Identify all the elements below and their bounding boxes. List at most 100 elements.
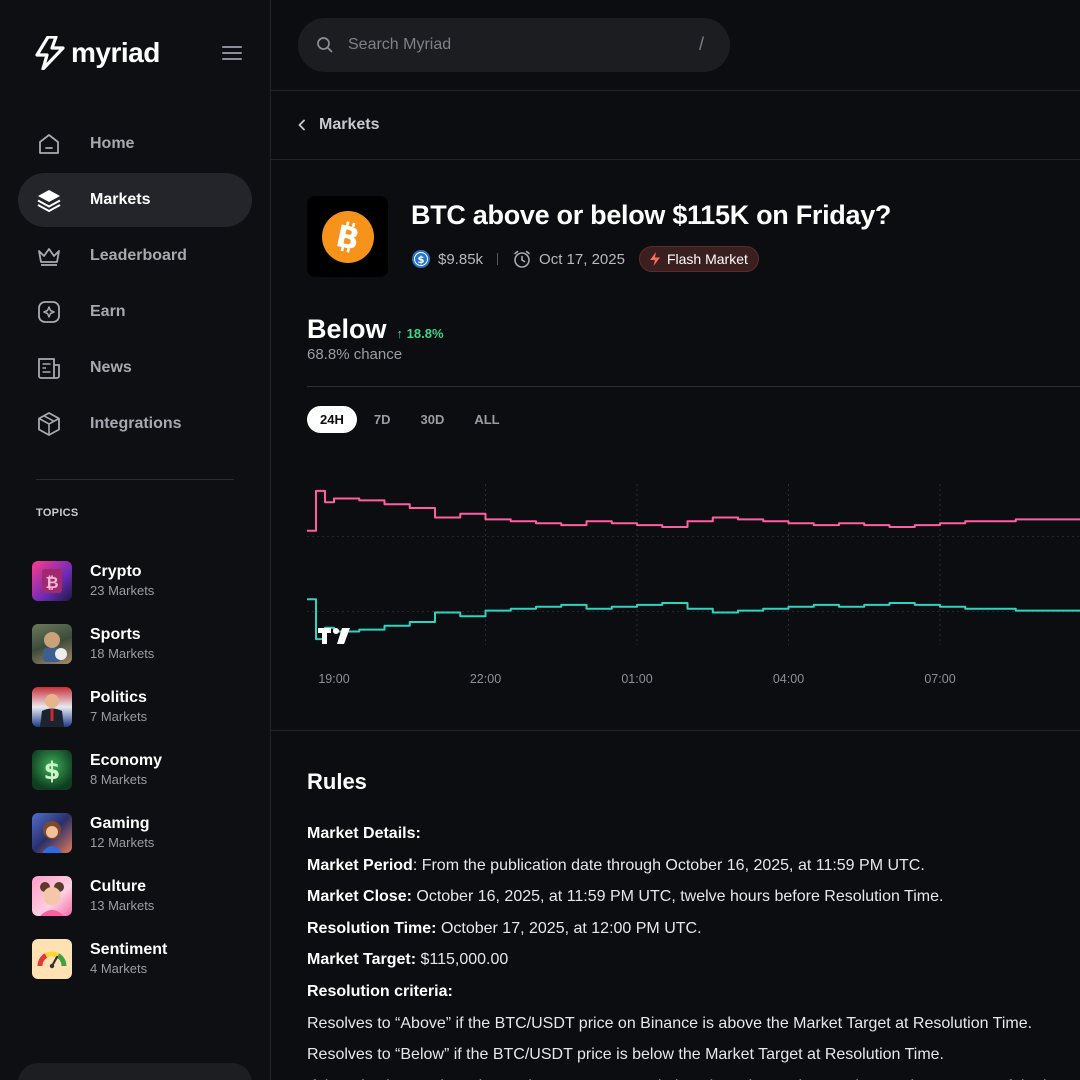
x-tick-label: 01:00 <box>621 672 652 686</box>
volume-value: $9.85k <box>438 250 484 268</box>
myriad-logo-icon <box>35 36 65 70</box>
topic-crypto[interactable]: ₿ Crypto 23 Markets <box>32 546 252 616</box>
breadcrumb-back-link[interactable]: Markets <box>271 91 1080 160</box>
nav-item-earn[interactable]: Earn <box>18 285 252 339</box>
outcome-chance: 68.8% chance <box>307 346 403 363</box>
range-tab-7d[interactable]: 7D <box>361 406 404 433</box>
section-divider <box>307 386 1080 387</box>
topic-name: Politics <box>90 689 147 706</box>
topic-name: Gaming <box>90 815 150 832</box>
rules-above: Resolves to “Above” if the BTC/USDT pric… <box>307 1014 1033 1032</box>
alarm-clock-icon <box>514 250 530 268</box>
topic-politics[interactable]: Politics 7 Markets <box>32 672 252 742</box>
search-shortcut-hint: / <box>698 34 704 54</box>
cube-icon <box>36 411 62 437</box>
price-history-chart[interactable]: 19:0022:0001:0004:0007:001 <box>307 470 1080 690</box>
outcome-summary: Below ↑ 18.8% <box>307 314 444 345</box>
tradingview-logo <box>318 628 350 644</box>
x-tick-label: 19:00 <box>318 672 349 686</box>
top-header: / <box>271 0 1080 91</box>
series-line-below <box>307 598 1080 641</box>
rules-close-value: October 16, 2025, at 11:59 PM UTC, twelv… <box>411 888 944 906</box>
market-title: BTC above or below $115K on Friday? <box>411 200 892 230</box>
flash-market-badge[interactable]: Flash Market <box>638 246 759 272</box>
series-line-above <box>307 489 1080 532</box>
menu-toggle-button[interactable] <box>222 46 242 60</box>
rules-resolution-label: Resolution Time: <box>307 919 437 937</box>
usdc-coin-icon: $ <box>412 250 430 268</box>
rules-line: Market Target: $115,000.00 <box>307 944 1080 976</box>
rules-criteria-label: Resolution criteria: <box>307 982 453 1000</box>
nav-item-leaderboard[interactable]: Leaderboard <box>18 229 252 283</box>
nav-item-home[interactable]: Home <box>18 117 252 171</box>
rules-line: Market Period: From the publication date… <box>307 850 1080 882</box>
topic-sentiment[interactable]: Sentiment 4 Markets <box>32 924 252 994</box>
sidebar-divider <box>36 479 234 480</box>
topic-name: Sentiment <box>90 941 168 958</box>
topic-name: Sports <box>90 626 141 643</box>
chevron-left-icon <box>298 119 305 131</box>
nav-item-news[interactable]: News <box>18 341 252 395</box>
rules-divider <box>271 730 1080 731</box>
sparkle-icon <box>36 299 62 325</box>
rules-market-details: Market Details: <box>307 825 421 842</box>
newspaper-icon <box>36 355 62 381</box>
rules-target-label: Market Target: <box>307 951 417 969</box>
topic-count: 13 Markets <box>90 898 155 913</box>
topic-gaming[interactable]: Gaming 12 Markets <box>32 798 252 868</box>
market-meta: $ $9.85k Oct 17, 2025 Flash Market <box>411 245 759 273</box>
nav-item-integrations[interactable]: Integrations <box>18 397 252 451</box>
topic-count: 4 Markets <box>90 961 148 976</box>
rules-below: Resolves to “Below” if the BTC/USDT pric… <box>307 1046 944 1064</box>
topic-count: 23 Markets <box>90 583 155 598</box>
range-tab-all[interactable]: ALL <box>461 406 512 433</box>
end-date-value: Oct 17, 2025 <box>539 250 625 268</box>
search-bar[interactable]: / <box>298 18 730 72</box>
nav-label: Markets <box>90 191 151 208</box>
topic-name: Culture <box>90 878 146 895</box>
topic-culture[interactable]: Culture 13 Markets <box>32 861 252 931</box>
topic-count: 12 Markets <box>90 835 155 850</box>
brand-logo[interactable]: myriad <box>35 36 160 70</box>
rules-line: Resolution Time: October 17, 2025, at 12… <box>307 913 1080 945</box>
outcome-change-value: 18.8% <box>406 326 444 341</box>
nav-label: Leaderboard <box>90 247 187 264</box>
rules-tie: If the price is exactly at the Market Ta… <box>307 1071 1080 1080</box>
topic-thumbnail <box>32 813 72 853</box>
topics-heading: TOPICS <box>36 507 79 519</box>
lightning-icon <box>649 252 660 266</box>
rules-heading: Rules <box>307 769 367 794</box>
outcome-name: Below <box>307 314 387 344</box>
sidebar: myriad Home Markets Leaderboard Earn New… <box>0 0 271 1080</box>
svg-text:$: $ <box>418 255 425 266</box>
market-end-date: Oct 17, 2025 <box>512 249 625 269</box>
range-tab-24h[interactable]: 24H <box>307 406 357 433</box>
range-tab-30d[interactable]: 30D <box>407 406 457 433</box>
chart-x-ticks: 19:0022:0001:0004:0007:001 <box>318 672 955 686</box>
meta-divider <box>497 253 499 265</box>
layers-icon <box>36 187 62 213</box>
rules-line: Market Close: October 16, 2025, at 11:59… <box>307 881 1080 913</box>
search-input[interactable] <box>348 36 678 54</box>
outcome-change: ↑ 18.8% <box>397 326 444 341</box>
rules-period-value: : From the publication date through Octo… <box>412 856 925 874</box>
rules-period-label: Market Period <box>307 856 413 874</box>
brand-name: myriad <box>71 37 160 68</box>
topic-thumbnail <box>32 939 72 979</box>
topic-name: Economy <box>90 752 163 769</box>
home-icon <box>36 131 62 157</box>
rules-body: Market Details: Market Period: From the … <box>307 818 1080 1080</box>
badge-label: Flash Market <box>666 251 748 267</box>
rules-resolution-value: October 17, 2025, at 12:00 PM UTC. <box>436 919 702 937</box>
nav-item-markets[interactable]: Markets <box>18 173 252 227</box>
chart-lines <box>307 489 1080 641</box>
nav-label: News <box>90 359 132 376</box>
topic-sports[interactable]: Sports 18 Markets <box>32 609 252 679</box>
main-nav: Home Markets Leaderboard Earn News Integ… <box>18 117 252 453</box>
crown-icon <box>36 243 62 269</box>
topic-count: 7 Markets <box>90 709 148 724</box>
topic-economy[interactable]: $ Economy 8 Markets <box>32 735 252 805</box>
market-image: B <box>307 196 388 277</box>
sidebar-bottom-button[interactable] <box>18 1063 252 1080</box>
svg-text:₿: ₿ <box>45 573 58 592</box>
